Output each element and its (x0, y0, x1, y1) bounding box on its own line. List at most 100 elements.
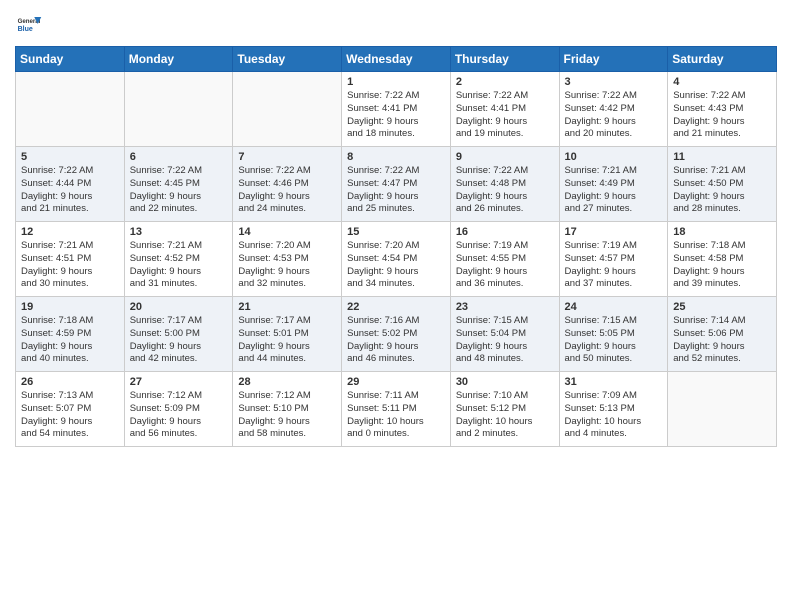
day-info: Sunrise: 7:10 AMSunset: 5:12 PMDaylight:… (456, 390, 554, 441)
calendar-cell: 6Sunrise: 7:22 AMSunset: 4:45 PMDaylight… (124, 147, 233, 222)
day-number: 17 (565, 226, 663, 238)
day-info: Sunrise: 7:22 AMSunset: 4:43 PMDaylight:… (673, 90, 771, 141)
calendar-week-2: 5 Sunrise: 7:22 AMSunset: 4:44 PMDaylight… (16, 147, 777, 222)
day-info: Sunrise: 7:16 AMSunset: 5:02 PMDaylight:… (347, 315, 445, 366)
calendar-header-wednesday: Wednesday (342, 47, 451, 72)
day-number: 8 (347, 151, 445, 163)
day-info: Sunrise: 7:15 AMSunset: 5:05 PMDaylight:… (565, 315, 663, 366)
day-info: Sunrise: 7:22 AMSunset: 4:42 PMDaylight:… (565, 90, 663, 141)
calendar-cell: 7 Sunrise: 7:22 AMSunset: 4:46 PMDaylight… (233, 147, 342, 222)
calendar-cell (124, 72, 233, 147)
day-number: 16 (456, 226, 554, 238)
calendar-cell (668, 372, 777, 447)
day-info: Sunrise: 7:13 AMSunset: 5:07 PMDaylight:… (21, 390, 119, 441)
day-info: Sunrise: 7:22 AMSunset: 4:44 PMDaylight:… (21, 165, 119, 216)
calendar-cell: 25 Sunrise: 7:14 AMSunset: 5:06 PMDayligh… (668, 297, 777, 372)
logo: General Blue (15, 10, 47, 38)
day-info: Sunrise: 7:21 AMSunset: 4:50 PMDaylight:… (673, 165, 771, 216)
day-number: 1 (347, 76, 445, 88)
day-info: Sunrise: 7:12 AMSunset: 5:09 PMDaylight:… (130, 390, 228, 441)
calendar-cell: 22 Sunrise: 7:16 AMSunset: 5:02 PMDayligh… (342, 297, 451, 372)
day-number: 30 (456, 376, 554, 388)
day-info: Sunrise: 7:15 AMSunset: 5:04 PMDaylight:… (456, 315, 554, 366)
day-number: 25 (673, 301, 771, 313)
day-info: Sunrise: 7:22 AMSunset: 4:41 PMDaylight:… (347, 90, 445, 141)
calendar-header-friday: Friday (559, 47, 668, 72)
day-info: Sunrise: 7:18 AMSunset: 4:59 PMDaylight:… (21, 315, 119, 366)
day-number: 22 (347, 301, 445, 313)
calendar-cell: 11Sunrise: 7:21 AMSunset: 4:50 PMDayligh… (668, 147, 777, 222)
calendar-cell: 15 Sunrise: 7:20 AMSunset: 4:54 PMDayligh… (342, 222, 451, 297)
calendar-cell: 12 Sunrise: 7:21 AMSunset: 4:51 PMDayligh… (16, 222, 125, 297)
calendar-header-sunday: Sunday (16, 47, 125, 72)
day-number: 18 (673, 226, 771, 238)
day-info: Sunrise: 7:09 AMSunset: 5:13 PMDaylight:… (565, 390, 663, 441)
svg-text:Blue: Blue (18, 26, 33, 33)
day-info: Sunrise: 7:19 AMSunset: 4:57 PMDaylight:… (565, 240, 663, 291)
calendar-cell: 24 Sunrise: 7:15 AMSunset: 5:05 PMDayligh… (559, 297, 668, 372)
day-number: 28 (238, 376, 336, 388)
calendar-cell: 20 Sunrise: 7:17 AMSunset: 5:00 PMDayligh… (124, 297, 233, 372)
day-number: 23 (456, 301, 554, 313)
day-number: 26 (21, 376, 119, 388)
day-info: Sunrise: 7:18 AMSunset: 4:58 PMDaylight:… (673, 240, 771, 291)
calendar-cell: 3Sunrise: 7:22 AMSunset: 4:42 PMDaylight… (559, 72, 668, 147)
day-info: Sunrise: 7:21 AMSunset: 4:52 PMDaylight:… (130, 240, 228, 291)
day-number: 13 (130, 226, 228, 238)
calendar-cell: 16Sunrise: 7:19 AMSunset: 4:55 PMDayligh… (450, 222, 559, 297)
day-number: 12 (21, 226, 119, 238)
day-info: Sunrise: 7:17 AMSunset: 5:00 PMDaylight:… (130, 315, 228, 366)
day-info: Sunrise: 7:20 AMSunset: 4:53 PMDaylight:… (238, 240, 336, 291)
day-number: 6 (130, 151, 228, 163)
calendar-header-saturday: Saturday (668, 47, 777, 72)
day-number: 14 (238, 226, 336, 238)
calendar-cell: 30 Sunrise: 7:10 AMSunset: 5:12 PMDayligh… (450, 372, 559, 447)
calendar-cell: 2 Sunrise: 7:22 AMSunset: 4:41 PMDaylight… (450, 72, 559, 147)
day-number: 5 (21, 151, 119, 163)
calendar-cell: 1 Sunrise: 7:22 AMSunset: 4:41 PMDaylight… (342, 72, 451, 147)
calendar-header-row: SundayMondayTuesdayWednesdayThursdayFrid… (16, 47, 777, 72)
calendar-cell: 5 Sunrise: 7:22 AMSunset: 4:44 PMDaylight… (16, 147, 125, 222)
day-number: 31 (565, 376, 663, 388)
logo-icon: General Blue (15, 10, 43, 38)
day-number: 15 (347, 226, 445, 238)
day-info: Sunrise: 7:11 AMSunset: 5:11 PMDaylight:… (347, 390, 445, 441)
calendar-header-tuesday: Tuesday (233, 47, 342, 72)
day-info: Sunrise: 7:21 AMSunset: 4:51 PMDaylight:… (21, 240, 119, 291)
calendar-cell: 26 Sunrise: 7:13 AMSunset: 5:07 PMDayligh… (16, 372, 125, 447)
calendar-cell: 18 Sunrise: 7:18 AMSunset: 4:58 PMDayligh… (668, 222, 777, 297)
day-info: Sunrise: 7:22 AMSunset: 4:41 PMDaylight:… (456, 90, 554, 141)
day-info: Sunrise: 7:22 AMSunset: 4:46 PMDaylight:… (238, 165, 336, 216)
calendar-week-4: 19 Sunrise: 7:18 AMSunset: 4:59 PMDayligh… (16, 297, 777, 372)
calendar-cell (16, 72, 125, 147)
calendar-cell: 17 Sunrise: 7:19 AMSunset: 4:57 PMDayligh… (559, 222, 668, 297)
day-info: Sunrise: 7:21 AMSunset: 4:49 PMDaylight:… (565, 165, 663, 216)
calendar-cell (233, 72, 342, 147)
day-number: 21 (238, 301, 336, 313)
calendar-week-1: 1 Sunrise: 7:22 AMSunset: 4:41 PMDaylight… (16, 72, 777, 147)
day-number: 4 (673, 76, 771, 88)
calendar: SundayMondayTuesdayWednesdayThursdayFrid… (15, 46, 777, 447)
calendar-cell: 19 Sunrise: 7:18 AMSunset: 4:59 PMDayligh… (16, 297, 125, 372)
day-info: Sunrise: 7:22 AMSunset: 4:48 PMDaylight:… (456, 165, 554, 216)
calendar-cell: 8 Sunrise: 7:22 AMSunset: 4:47 PMDaylight… (342, 147, 451, 222)
day-info: Sunrise: 7:17 AMSunset: 5:01 PMDaylight:… (238, 315, 336, 366)
calendar-cell: 14 Sunrise: 7:20 AMSunset: 4:53 PMDayligh… (233, 222, 342, 297)
calendar-cell: 10Sunrise: 7:21 AMSunset: 4:49 PMDayligh… (559, 147, 668, 222)
calendar-cell: 28Sunrise: 7:12 AMSunset: 5:10 PMDayligh… (233, 372, 342, 447)
page: General Blue SundayMondayTuesdayWednesda… (0, 0, 792, 612)
day-info: Sunrise: 7:22 AMSunset: 4:47 PMDaylight:… (347, 165, 445, 216)
day-info: Sunrise: 7:20 AMSunset: 4:54 PMDaylight:… (347, 240, 445, 291)
day-number: 24 (565, 301, 663, 313)
day-number: 7 (238, 151, 336, 163)
calendar-week-5: 26 Sunrise: 7:13 AMSunset: 5:07 PMDayligh… (16, 372, 777, 447)
calendar-header-monday: Monday (124, 47, 233, 72)
calendar-cell: 23 Sunrise: 7:15 AMSunset: 5:04 PMDayligh… (450, 297, 559, 372)
day-number: 19 (21, 301, 119, 313)
day-number: 2 (456, 76, 554, 88)
day-number: 29 (347, 376, 445, 388)
header: General Blue (15, 10, 777, 38)
day-info: Sunrise: 7:14 AMSunset: 5:06 PMDaylight:… (673, 315, 771, 366)
calendar-week-3: 12 Sunrise: 7:21 AMSunset: 4:51 PMDayligh… (16, 222, 777, 297)
day-number: 20 (130, 301, 228, 313)
